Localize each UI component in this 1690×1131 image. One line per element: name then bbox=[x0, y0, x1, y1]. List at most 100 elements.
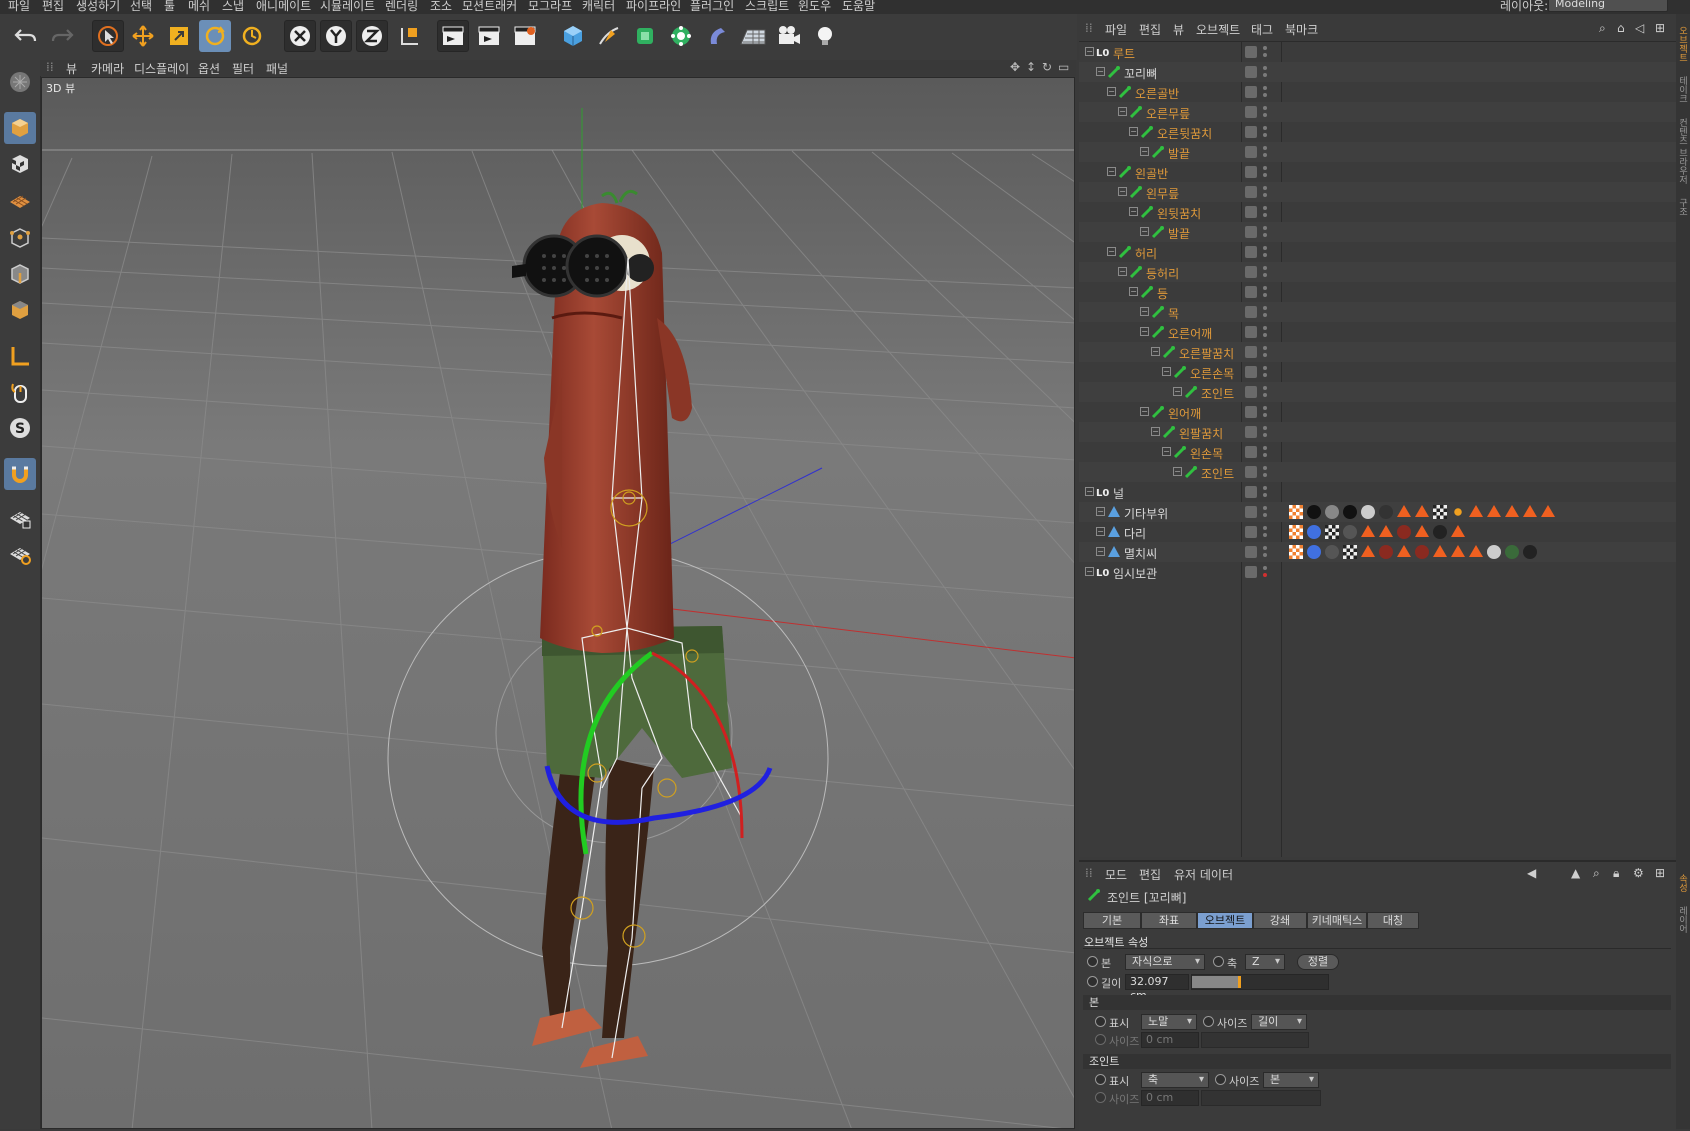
material-tag-icon[interactable] bbox=[1379, 505, 1393, 519]
layer-check-icon[interactable] bbox=[1245, 186, 1257, 198]
bone-size-dropdown[interactable]: 길이 bbox=[1251, 1014, 1307, 1030]
expand-toggle-icon[interactable]: − bbox=[1096, 527, 1105, 536]
visibility-dots-icon[interactable] bbox=[1263, 325, 1267, 339]
viewport-menu-panel[interactable]: 패널 bbox=[266, 60, 288, 77]
texture-mode-button[interactable] bbox=[4, 148, 36, 180]
redo-button[interactable] bbox=[46, 20, 78, 52]
expand-toggle-icon[interactable]: − bbox=[1140, 407, 1149, 416]
weight-tag-icon[interactable] bbox=[1289, 545, 1303, 559]
menu-sculpt[interactable]: 조소 bbox=[430, 0, 452, 14]
om-home-icon[interactable]: ⌂ bbox=[1617, 21, 1625, 35]
z-axis-lock-button[interactable] bbox=[356, 20, 388, 52]
phong-tag-icon[interactable] bbox=[1379, 525, 1393, 537]
bone-display-radio[interactable] bbox=[1095, 1016, 1106, 1027]
object-name[interactable]: 멸치씨 bbox=[1124, 545, 1157, 562]
object-name[interactable]: 목 bbox=[1168, 305, 1179, 322]
material-tag-icon[interactable] bbox=[1307, 525, 1321, 539]
expand-toggle-icon[interactable]: − bbox=[1140, 327, 1149, 336]
edges-mode-button[interactable] bbox=[4, 258, 36, 290]
menu-script[interactable]: 스크립트 bbox=[745, 0, 789, 14]
side-tab-attributes[interactable]: 속성 bbox=[1677, 874, 1689, 892]
material-tag-icon[interactable] bbox=[1505, 545, 1519, 559]
object-row[interactable]: − 기타부위 bbox=[1079, 502, 1676, 522]
material-tag-icon[interactable] bbox=[1343, 505, 1357, 519]
visibility-dots-icon[interactable] bbox=[1263, 45, 1267, 59]
material-tag-icon[interactable] bbox=[1361, 505, 1375, 519]
layer-check-icon[interactable] bbox=[1245, 106, 1257, 118]
camera-button[interactable] bbox=[773, 20, 805, 52]
layer-check-icon[interactable] bbox=[1245, 526, 1257, 538]
object-row[interactable]: − 발끝 bbox=[1079, 142, 1676, 162]
menu-render[interactable]: 렌더링 bbox=[385, 0, 418, 14]
expand-toggle-icon[interactable]: − bbox=[1107, 247, 1116, 256]
viewport-menu-options[interactable]: 옵션 bbox=[198, 60, 220, 77]
points-mode-button[interactable] bbox=[4, 222, 36, 254]
visibility-dots-icon[interactable] bbox=[1263, 265, 1267, 279]
live-selection-button[interactable] bbox=[92, 20, 124, 52]
visibility-dots-icon[interactable] bbox=[1263, 285, 1267, 299]
visibility-dots-icon[interactable] bbox=[1263, 405, 1267, 419]
bone-display-dropdown[interactable]: 노말 bbox=[1141, 1014, 1197, 1030]
object-row[interactable]: − 왼골반 bbox=[1079, 162, 1676, 182]
object-row[interactable]: − 왼팔꿈치 bbox=[1079, 422, 1676, 442]
enable-axis-button[interactable] bbox=[4, 340, 36, 372]
layer-check-icon[interactable] bbox=[1245, 566, 1257, 578]
visibility-dots-icon[interactable] bbox=[1263, 445, 1267, 459]
object-name[interactable]: 조인트 bbox=[1201, 465, 1234, 482]
side-tab-structure[interactable]: 구조 bbox=[1677, 198, 1689, 216]
object-name[interactable]: 오른팔꿈치 bbox=[1179, 345, 1234, 362]
om-menu-objects[interactable]: 오브젝트 bbox=[1196, 21, 1240, 38]
material-tag-icon[interactable] bbox=[1433, 525, 1447, 539]
layer-check-icon[interactable] bbox=[1245, 86, 1257, 98]
phong-tag-icon[interactable] bbox=[1541, 505, 1555, 517]
expand-toggle-icon[interactable]: − bbox=[1140, 147, 1149, 156]
object-row[interactable]: − 왼뒷꿈치 bbox=[1079, 202, 1676, 222]
layer-check-icon[interactable] bbox=[1245, 466, 1257, 478]
locked-workplane-button[interactable] bbox=[4, 502, 36, 534]
visibility-dots-icon[interactable] bbox=[1263, 185, 1267, 199]
layer-check-icon[interactable] bbox=[1245, 506, 1257, 518]
viewport-zoom-icon[interactable]: ↕ bbox=[1026, 60, 1036, 74]
object-row[interactable]: − 오른무릎 bbox=[1079, 102, 1676, 122]
object-name[interactable]: 허리 bbox=[1135, 245, 1157, 262]
bone-dropdown[interactable]: 자식으로 bbox=[1125, 954, 1205, 970]
om-filter-icon[interactable]: ◁ bbox=[1635, 21, 1644, 35]
am-lock-icon[interactable]: 🔒︎ bbox=[1613, 866, 1619, 881]
side-tab-layers[interactable]: 레이어 bbox=[1677, 906, 1689, 933]
object-name[interactable]: 임시보관 bbox=[1113, 565, 1157, 582]
am-up-icon[interactable]: ▲ bbox=[1571, 866, 1580, 880]
object-name[interactable]: 왼무릎 bbox=[1146, 185, 1179, 202]
material-tag-icon[interactable] bbox=[1487, 545, 1501, 559]
object-row[interactable]: − 오른팔꿈치 bbox=[1079, 342, 1676, 362]
layer-check-icon[interactable] bbox=[1245, 426, 1257, 438]
viewport-menu-view[interactable]: 뷰 bbox=[66, 60, 77, 77]
expand-toggle-icon[interactable]: − bbox=[1085, 487, 1094, 496]
light-button[interactable] bbox=[809, 20, 841, 52]
expand-toggle-icon[interactable]: − bbox=[1173, 387, 1182, 396]
om-search-icon[interactable]: ⌕ bbox=[1599, 21, 1606, 36]
expand-toggle-icon[interactable]: − bbox=[1151, 347, 1160, 356]
om-menu-file[interactable]: 파일 bbox=[1105, 21, 1127, 38]
material-tag-icon[interactable] bbox=[1397, 525, 1411, 539]
object-row[interactable]: − 왼손목 bbox=[1079, 442, 1676, 462]
expand-toggle-icon[interactable]: − bbox=[1162, 367, 1171, 376]
tab-basic[interactable]: 기본 bbox=[1083, 912, 1141, 929]
object-name[interactable]: 발끝 bbox=[1168, 225, 1190, 242]
layer-check-icon[interactable] bbox=[1245, 326, 1257, 338]
object-row[interactable]: − 조인트 bbox=[1079, 382, 1676, 402]
coordinate-system-button[interactable] bbox=[394, 20, 426, 52]
layer-check-icon[interactable] bbox=[1245, 366, 1257, 378]
viewport-rotate-icon[interactable]: ↻ bbox=[1042, 60, 1052, 74]
polygons-mode-button[interactable] bbox=[4, 294, 36, 326]
undo-button[interactable] bbox=[10, 20, 42, 52]
object-row[interactable]: − 발끝 bbox=[1079, 222, 1676, 242]
object-name[interactable]: 왼팔꿈치 bbox=[1179, 425, 1223, 442]
layer-check-icon[interactable] bbox=[1245, 446, 1257, 458]
object-name[interactable]: 왼손목 bbox=[1190, 445, 1223, 462]
layer-check-icon[interactable] bbox=[1245, 546, 1257, 558]
floor-button[interactable] bbox=[737, 20, 769, 52]
phong-tag-icon[interactable] bbox=[1487, 505, 1501, 517]
viewport-menu-filter[interactable]: 필터 bbox=[232, 60, 254, 77]
object-name[interactable]: 다리 bbox=[1124, 525, 1146, 542]
planar-workplane-button[interactable] bbox=[4, 538, 36, 570]
